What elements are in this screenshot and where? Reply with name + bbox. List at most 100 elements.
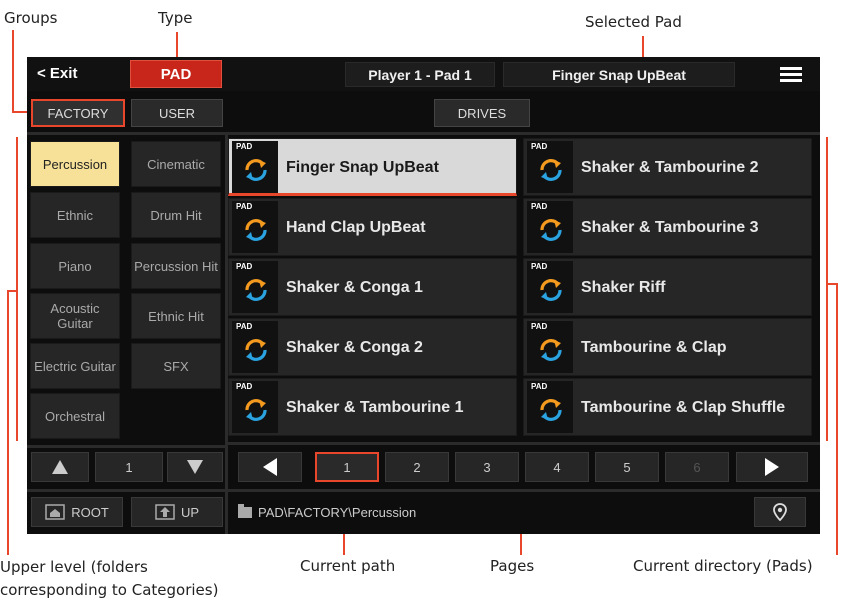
pad-tag: PAD (236, 262, 253, 271)
pad-name: Tambourine & Clap Shuffle (581, 399, 786, 416)
category-down-button[interactable] (167, 452, 223, 482)
loop-arrows-icon (540, 219, 562, 241)
hamburger-menu-icon[interactable] (780, 67, 802, 83)
category-orchestral[interactable]: Orchestral (30, 393, 120, 439)
pad-tambourine-and-clap[interactable]: PAD Tambourine & Clap (523, 318, 812, 376)
loop-arrows-icon (245, 279, 267, 301)
pad-name: Shaker & Conga 1 (286, 279, 423, 296)
pad-shaker-and-conga-2[interactable]: PAD Shaker & Conga 2 (228, 318, 517, 376)
player-pad-label: Player 1 - Pad 1 (345, 62, 495, 87)
pad-name: Shaker & Tambourine 2 (581, 159, 759, 176)
callout-pages: Pages (490, 557, 535, 575)
divider-footer (27, 489, 820, 492)
page-6-button[interactable]: 6 (665, 452, 729, 482)
category-ethnic-hit[interactable]: Ethnic Hit (131, 293, 221, 339)
leader-upper-left (7, 290, 9, 555)
divider-top (27, 132, 820, 135)
pad-tag: PAD (531, 322, 548, 331)
category-page-indicator: 1 (95, 452, 163, 482)
category-cinematic[interactable]: Cinematic (131, 141, 221, 187)
pad-name: Shaker Riff (581, 279, 666, 296)
category-percussion[interactable]: Percussion (30, 141, 120, 187)
divider-cat-bottom (27, 445, 225, 448)
page-2-button[interactable]: 2 (385, 452, 449, 482)
triangle-up-icon (52, 460, 68, 474)
pad-shaker-riff[interactable]: PAD Shaker Riff (523, 258, 812, 316)
pad-type-icon: PAD (232, 321, 278, 373)
locate-button[interactable] (754, 497, 806, 527)
pad-name: Hand Clap UpBeat (286, 219, 426, 236)
pad-type-icon: PAD (232, 261, 278, 313)
up-label: UP (180, 504, 200, 520)
exit-button[interactable]: < Exit (37, 65, 77, 82)
pad-tag: PAD (236, 382, 253, 391)
pad-type-icon: PAD (527, 321, 573, 373)
category-piano[interactable]: Piano (30, 243, 120, 289)
pad-tag: PAD (531, 202, 548, 211)
category-percussion-hit[interactable]: Percussion Hit (131, 243, 221, 289)
tab-drives[interactable]: DRIVES (434, 99, 530, 127)
pad-shaker-and-tambourine-2[interactable]: PAD Shaker & Tambourine 2 (523, 138, 812, 196)
root-label: ROOT (71, 504, 109, 520)
page-4-button[interactable]: 4 (525, 452, 589, 482)
category-electric-guitar[interactable]: Electric Guitar (30, 343, 120, 389)
loop-arrows-icon (540, 279, 562, 301)
tab-user[interactable]: USER (131, 99, 223, 127)
selected-pad-label: Finger Snap UpBeat (503, 62, 735, 87)
triangle-right-icon (765, 458, 779, 476)
page-prev-button[interactable] (238, 452, 302, 482)
category-sfx[interactable]: SFX (131, 343, 221, 389)
callout-upper-level-line1: Upper level (folders (0, 558, 148, 576)
pad-tag: PAD (531, 382, 548, 391)
pad-tambourine-and-clap-shuffle[interactable]: PAD Tambourine & Clap Shuffle (523, 378, 812, 436)
location-pin-icon (773, 503, 787, 521)
pad-finger-snap-upbeat[interactable]: PAD Finger Snap UpBeat (228, 138, 517, 196)
pad-tag: PAD (531, 262, 548, 271)
loop-arrows-icon (245, 159, 267, 181)
pad-shaker-and-tambourine-1[interactable]: PAD Shaker & Tambourine 1 (228, 378, 517, 436)
pad-tag: PAD (531, 142, 548, 151)
callout-upper-level: Upper level (folders corresponding to Ca… (0, 556, 218, 600)
page-3-button[interactable]: 3 (455, 452, 519, 482)
callout-groups: Groups (4, 9, 58, 27)
loop-arrows-icon (245, 339, 267, 361)
callout-upper-level-line2: corresponding to Categories) (0, 581, 219, 599)
category-acoustic-guitar[interactable]: Acoustic Guitar (30, 293, 120, 339)
pad-shaker-and-tambourine-3[interactable]: PAD Shaker & Tambourine 3 (523, 198, 812, 256)
leader-upper-left-bracket (16, 137, 18, 441)
leader-directory-bracket (826, 137, 828, 441)
page-next-button[interactable] (736, 452, 808, 482)
triangle-down-icon (187, 460, 203, 474)
page-5-button[interactable]: 5 (595, 452, 659, 482)
category-up-button[interactable] (31, 452, 89, 482)
pad-type-icon: PAD (232, 381, 278, 433)
pad-type-icon: PAD (527, 201, 573, 253)
up-button[interactable]: UP (131, 497, 223, 527)
pad-name: Finger Snap UpBeat (286, 159, 439, 176)
page-1-button[interactable]: 1 (315, 452, 379, 482)
leader-groups-h (12, 30, 14, 112)
current-path: PAD\FACTORY\Percussion (238, 504, 417, 520)
type-button[interactable]: PAD (130, 60, 222, 88)
pad-hand-clap-upbeat[interactable]: PAD Hand Clap UpBeat (228, 198, 517, 256)
triangle-left-icon (263, 458, 277, 476)
pad-shaker-and-conga-1[interactable]: PAD Shaker & Conga 1 (228, 258, 517, 316)
current-path-text: PAD\FACTORY\Percussion (258, 505, 417, 520)
callout-current-path: Current path (300, 557, 396, 575)
home-folder-icon (45, 504, 65, 520)
category-ethnic[interactable]: Ethnic (30, 192, 120, 238)
leader-type (176, 32, 178, 59)
pad-tag: PAD (236, 202, 253, 211)
pad-name: Shaker & Conga 2 (286, 339, 423, 356)
loop-arrows-icon (540, 399, 562, 421)
root-button[interactable]: ROOT (31, 497, 123, 527)
folder-icon (238, 504, 252, 518)
tab-factory[interactable]: FACTORY (31, 99, 125, 127)
loop-arrows-icon (245, 399, 267, 421)
divider-pad-bottom (228, 442, 820, 445)
pad-name: Tambourine & Clap (581, 339, 727, 356)
callout-selected-pad: Selected Pad (585, 13, 682, 31)
category-drum-hit[interactable]: Drum Hit (131, 192, 221, 238)
pad-tag: PAD (236, 142, 253, 151)
callout-current-directory: Current directory (Pads) (633, 557, 813, 575)
